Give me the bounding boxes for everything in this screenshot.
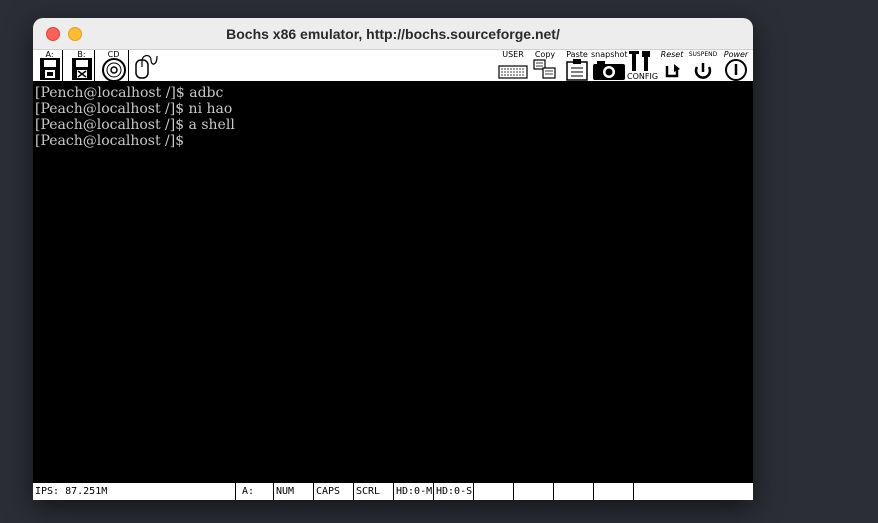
power-button[interactable]: Power — [721, 50, 751, 82]
title-bar[interactable]: Bochs x86 emulator, http://bochs.sourcef… — [33, 18, 753, 50]
scroll-lock-status: SCRL — [353, 483, 393, 500]
bochs-toolbar: A: B: CD USER Copy Paste snapshot CONFIG… — [33, 50, 753, 82]
floppy-status: A: — [235, 483, 273, 500]
cdrom-button[interactable]: CD — [99, 50, 129, 82]
hd-master-status: HD:0-M — [393, 483, 433, 500]
floppy-a-button[interactable]: A: — [37, 50, 63, 82]
camera-icon — [593, 61, 625, 80]
num-lock-status: NUM — [273, 483, 313, 500]
bochs-window: Bochs x86 emulator, http://bochs.sourcef… — [33, 18, 753, 500]
user-keyboard-button[interactable]: USER — [497, 50, 529, 82]
reset-arrow-icon — [665, 64, 680, 78]
terminal-line: [Peach@localhost /]$ a shell — [35, 117, 235, 133]
window-title: Bochs x86 emulator, http://bochs.sourcef… — [226, 26, 560, 42]
caps-lock-status: CAPS — [313, 483, 353, 500]
cdrom-icon — [102, 58, 126, 82]
suspend-icon — [694, 63, 712, 79]
clipboard-icon — [566, 59, 588, 81]
ips-indicator: IPS: 87.251M — [35, 486, 108, 497]
status-cell — [593, 483, 633, 500]
config-label: CONFIG — [627, 72, 659, 81]
hd-slave-status: HD:0-S — [433, 483, 473, 500]
terminal-line: [Peach@localhost /]$ ni hao — [35, 101, 233, 117]
floppy-disk-icon — [40, 58, 60, 80]
copy-icon — [533, 59, 556, 79]
snapshot-button[interactable]: snapshot — [591, 50, 628, 82]
paste-button[interactable]: Paste — [563, 50, 591, 82]
emulator-screen[interactable]: [Pench@localhost /]$ adbc [Peach@localho… — [33, 82, 753, 483]
mouse-icon — [135, 54, 158, 79]
keyboard-icon — [498, 65, 528, 79]
status-bar: IPS: 87.251M A: NUM CAPS SCRL HD:0-M HD:… — [33, 483, 753, 500]
reset-button[interactable]: Reset — [657, 50, 687, 82]
power-icon — [725, 59, 747, 81]
floppy-disk-icon — [72, 58, 92, 80]
status-cell — [553, 483, 593, 500]
wrench-icon — [629, 51, 650, 71]
status-cell — [513, 483, 553, 500]
terminal-line: [Pench@localhost /]$ adbc — [35, 85, 224, 101]
terminal-line: [Peach@localhost /]$ — [35, 133, 185, 149]
copy-button[interactable]: Copy — [531, 50, 559, 82]
mouse-capture-button[interactable] — [131, 50, 159, 82]
status-cell — [633, 483, 753, 500]
config-button[interactable]: CONFIG — [627, 50, 659, 82]
suspend-button[interactable]: SUSPEND — [687, 50, 719, 82]
status-cell — [473, 483, 513, 500]
floppy-b-button[interactable]: B: — [69, 50, 95, 82]
